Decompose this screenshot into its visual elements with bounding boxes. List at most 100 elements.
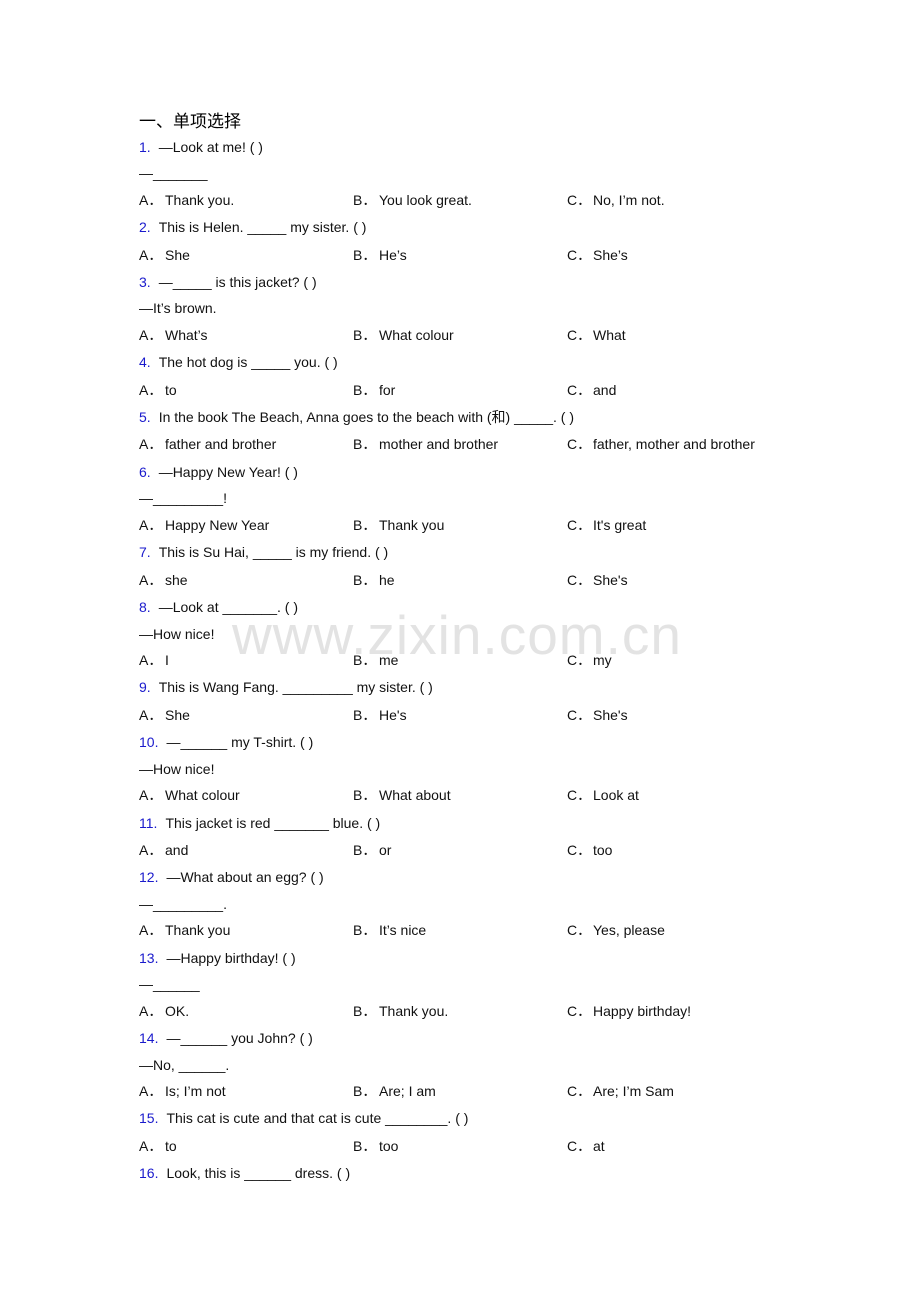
- option-letter: A．: [139, 922, 163, 938]
- option-a[interactable]: A． What’s: [139, 325, 208, 345]
- option-text: Are; I am: [379, 1083, 436, 1099]
- option-b[interactable]: B． too: [353, 1136, 398, 1156]
- option-a[interactable]: A． father and brother: [139, 434, 276, 454]
- question-text: In the book The Beach, Anna goes to the …: [158, 409, 575, 425]
- option-letter: C．: [567, 842, 592, 858]
- option-text: She: [165, 247, 190, 263]
- option-text: father and brother: [165, 436, 277, 452]
- question-number: 7.: [139, 544, 151, 560]
- option-b[interactable]: B． or: [353, 840, 391, 860]
- option-text: You look great.: [379, 192, 472, 208]
- options-row: A． and B． or C． too: [139, 840, 839, 860]
- question-text: —Happy New Year! ( ): [158, 464, 298, 480]
- options-row: A． What colour B． What about C． Look at: [139, 785, 839, 805]
- option-text: and: [165, 842, 189, 858]
- option-b[interactable]: B． he: [353, 570, 395, 590]
- option-a[interactable]: A． to: [139, 380, 177, 400]
- option-a[interactable]: A． Thank you.: [139, 190, 234, 210]
- option-text: He’s: [379, 247, 407, 263]
- option-letter: A．: [139, 247, 163, 263]
- question-number: 10.: [139, 734, 159, 750]
- option-a[interactable]: A． I: [139, 650, 169, 670]
- option-c[interactable]: C． my: [567, 650, 612, 670]
- option-a[interactable]: A． OK.: [139, 1001, 189, 1021]
- option-b[interactable]: B． He’s: [353, 245, 407, 265]
- option-b[interactable]: B． What colour: [353, 325, 454, 345]
- question-text: —What about an egg? ( ): [166, 869, 324, 885]
- option-text: me: [379, 652, 399, 668]
- option-letter: C．: [567, 652, 592, 668]
- question-text: —Look at me! ( ): [158, 139, 263, 155]
- option-text: Thank you: [165, 922, 231, 938]
- option-letter: C．: [567, 517, 592, 533]
- option-letter: A．: [139, 1083, 163, 1099]
- option-text: too: [593, 842, 613, 858]
- option-a[interactable]: A． and: [139, 840, 188, 860]
- question-stem: 8. —Look at _______. ( ): [139, 597, 298, 617]
- option-text: It's great: [593, 517, 647, 533]
- option-letter: B．: [353, 517, 377, 533]
- option-c[interactable]: C． No, I’m not.: [567, 190, 665, 210]
- question-extra-line: —It’s brown.: [139, 300, 217, 316]
- option-c[interactable]: C． She's: [567, 705, 628, 725]
- option-text: he: [379, 572, 395, 588]
- question-number: 3.: [139, 274, 151, 290]
- options-row: A． She B． He’s C． She’s: [139, 245, 839, 265]
- option-text: OK.: [165, 1003, 190, 1019]
- option-b[interactable]: B． It’s nice: [353, 920, 426, 940]
- option-c[interactable]: C． Look at: [567, 785, 639, 805]
- option-letter: B．: [353, 192, 377, 208]
- option-b[interactable]: B． You look great.: [353, 190, 472, 210]
- question-stem: 12. —What about an egg? ( ): [139, 867, 324, 887]
- question-text: —Look at _______. ( ): [158, 599, 298, 615]
- question-extra-line: —_________.: [139, 896, 227, 912]
- option-letter: B．: [353, 842, 377, 858]
- question-text: —Happy birthday! ( ): [166, 950, 296, 966]
- option-a[interactable]: A． to: [139, 1136, 177, 1156]
- option-b[interactable]: B． What about: [353, 785, 451, 805]
- option-c[interactable]: C． It's great: [567, 515, 646, 535]
- question-stem: 4. The hot dog is _____ you. ( ): [139, 352, 338, 372]
- option-b[interactable]: B． Thank you: [353, 515, 444, 535]
- option-a[interactable]: A． Happy New Year: [139, 515, 269, 535]
- question-text: —______ my T-shirt. ( ): [166, 734, 314, 750]
- option-b[interactable]: B． me: [353, 650, 398, 670]
- option-c[interactable]: C． and: [567, 380, 616, 400]
- question-text: This jacket is red _______ blue. ( ): [165, 815, 381, 831]
- option-a[interactable]: A． What colour: [139, 785, 240, 805]
- option-b[interactable]: B． for: [353, 380, 395, 400]
- option-c[interactable]: C． She’s: [567, 245, 628, 265]
- option-a[interactable]: A． She: [139, 245, 190, 265]
- option-b[interactable]: B． Thank you.: [353, 1001, 448, 1021]
- option-c[interactable]: C． at: [567, 1136, 605, 1156]
- question-number: 14.: [139, 1030, 159, 1046]
- option-a[interactable]: A． she: [139, 570, 188, 590]
- options-row: A． Thank you. B． You look great. C． No, I’m…: [139, 190, 839, 210]
- option-text: to: [165, 1138, 177, 1154]
- option-c[interactable]: C． She's: [567, 570, 628, 590]
- option-a[interactable]: A． Thank you: [139, 920, 230, 940]
- option-letter: C．: [567, 1138, 592, 1154]
- question-text: Look, this is ______ dress. ( ): [166, 1165, 351, 1181]
- option-b[interactable]: B． mother and brother: [353, 434, 498, 454]
- option-c[interactable]: C． What: [567, 325, 626, 345]
- option-c[interactable]: C． Happy birthday!: [567, 1001, 691, 1021]
- question-stem: 6. —Happy New Year! ( ): [139, 462, 298, 482]
- option-b[interactable]: B． He's: [353, 705, 407, 725]
- question-number: 8.: [139, 599, 151, 615]
- option-c[interactable]: C． too: [567, 840, 612, 860]
- question-number: 2.: [139, 219, 151, 235]
- option-c[interactable]: C． father, mother and brother: [567, 434, 755, 454]
- option-text: What: [593, 327, 626, 343]
- option-letter: A．: [139, 382, 163, 398]
- question-number: 16.: [139, 1165, 159, 1181]
- question-number: 13.: [139, 950, 159, 966]
- option-b[interactable]: B． Are; I am: [353, 1081, 436, 1101]
- section-title: 一、单项选择: [139, 112, 241, 131]
- option-c[interactable]: C． Are; I’m Sam: [567, 1081, 674, 1101]
- option-c[interactable]: C． Yes, please: [567, 920, 665, 940]
- option-a[interactable]: A． She: [139, 705, 190, 725]
- option-a[interactable]: A． Is; I’m not: [139, 1081, 226, 1101]
- question-stem: 16. Look, this is ______ dress. ( ): [139, 1163, 350, 1183]
- option-text: to: [165, 382, 177, 398]
